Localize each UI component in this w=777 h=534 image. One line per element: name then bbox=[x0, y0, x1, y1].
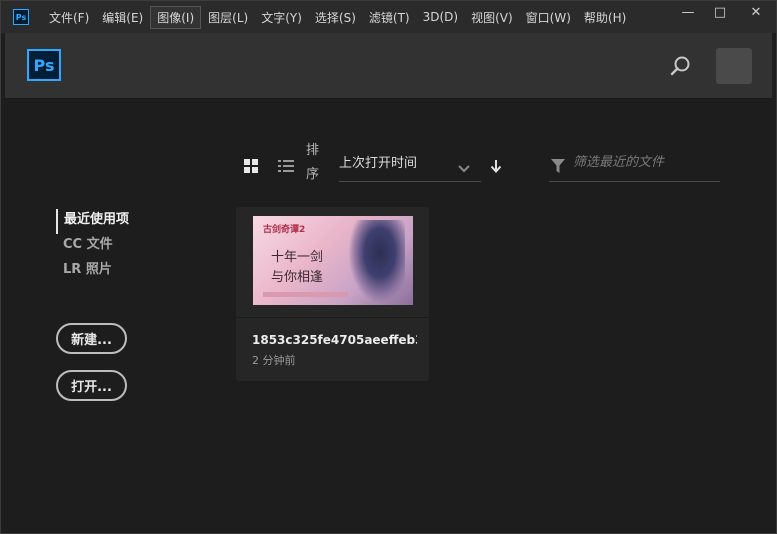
recent-file-thumbnail: 古剑奇谭2 十年一剑 与你相逢 bbox=[253, 216, 413, 305]
thumbnail-character-art bbox=[349, 220, 405, 302]
menu-filter[interactable]: 滤镜(T) bbox=[363, 7, 416, 28]
sort-direction-arrow-down-icon[interactable] bbox=[490, 158, 502, 173]
home-header: Ps bbox=[5, 33, 772, 99]
recent-file-name: 1853c325fe4705aeeffeb39... bbox=[252, 333, 417, 347]
menu-type[interactable]: 文字(Y) bbox=[255, 7, 308, 28]
chevron-down-icon[interactable] bbox=[457, 159, 471, 173]
sort-label: 排 序 bbox=[306, 139, 320, 187]
thumbnail-banner-strip bbox=[263, 292, 348, 297]
search-icon[interactable] bbox=[669, 54, 693, 78]
recent-file-card[interactable]: 古剑奇谭2 十年一剑 与你相逢 1853c325fe4705aeeffeb39.… bbox=[236, 207, 429, 381]
menu-layer[interactable]: 图层(L) bbox=[202, 7, 254, 28]
filter-recent-files-input[interactable] bbox=[573, 155, 713, 170]
photoshop-app-icon[interactable]: Ps bbox=[13, 9, 29, 25]
nav-item-lr-photos[interactable]: LR 照片 bbox=[56, 259, 129, 284]
sort-label-char-1: 排 bbox=[306, 143, 320, 158]
maximize-button[interactable]: □ bbox=[704, 1, 736, 23]
menu-file[interactable]: 文件(F) bbox=[43, 7, 95, 28]
menu-select[interactable]: 选择(S) bbox=[309, 7, 362, 28]
thumbnail-slogan-line-1: 十年一剑 bbox=[271, 250, 324, 265]
sort-label-char-2: 序 bbox=[306, 167, 320, 182]
thumbnail-game-logo: 古剑奇谭2 bbox=[263, 225, 306, 235]
photoshop-window: Ps 文件(F) 编辑(E) 图像(I) 图层(L) 文字(Y) 选择(S) 滤… bbox=[0, 0, 777, 534]
menu-3d[interactable]: 3D(D) bbox=[417, 8, 464, 26]
user-avatar[interactable] bbox=[716, 48, 752, 84]
menu-edit[interactable]: 编辑(E) bbox=[96, 7, 149, 28]
list-view-icon[interactable] bbox=[278, 158, 294, 172]
menu-help[interactable]: 帮助(H) bbox=[578, 7, 632, 28]
menu-window[interactable]: 窗口(W) bbox=[520, 7, 577, 28]
recent-file-time: 2 分钟前 bbox=[252, 354, 296, 367]
menu-bar: Ps 文件(F) 编辑(E) 图像(I) 图层(L) 文字(Y) 选择(S) 滤… bbox=[1, 1, 776, 33]
nav-item-cc-files[interactable]: CC 文件 bbox=[56, 234, 129, 259]
grid-view-icon[interactable] bbox=[244, 158, 258, 173]
thumbnail-slogan-line-2: 与你相逢 bbox=[271, 270, 324, 285]
close-button[interactable]: ✕ bbox=[736, 1, 776, 23]
menu-view[interactable]: 视图(V) bbox=[465, 7, 519, 28]
photoshop-logo: Ps bbox=[27, 49, 61, 81]
minimize-button[interactable]: — bbox=[672, 1, 704, 23]
window-controls: — □ ✕ bbox=[672, 1, 776, 23]
recent-file-thumbnail-area: 古剑奇谭2 十年一剑 与你相逢 bbox=[236, 207, 429, 318]
menu-image[interactable]: 图像(I) bbox=[150, 5, 202, 29]
open-button[interactable]: 打开... bbox=[56, 370, 127, 401]
home-nav: 最近使用项 CC 文件 LR 照片 bbox=[56, 209, 129, 284]
filter-funnel-icon bbox=[551, 158, 565, 173]
nav-item-recent[interactable]: 最近使用项 bbox=[56, 209, 129, 234]
new-button[interactable]: 新建... bbox=[56, 323, 127, 354]
sort-dropdown-value: 上次打开时间 bbox=[339, 156, 418, 171]
filter-field bbox=[549, 151, 720, 182]
